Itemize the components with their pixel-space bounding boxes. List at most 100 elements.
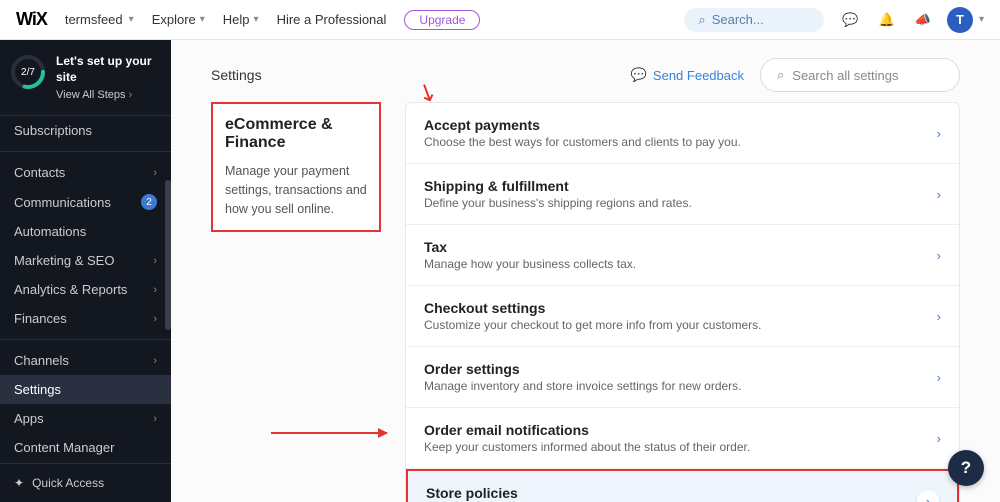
row-desc: Keep your customers informed about the s… [424,440,750,454]
send-feedback-link[interactable]: 💬 Send Feedback [631,67,744,83]
nav-subscriptions[interactable]: Subscriptions [0,116,171,145]
help-button[interactable]: ? [948,450,984,486]
wix-logo[interactable]: WiX [16,9,47,30]
setup-card[interactable]: 2/7 Let's set up your site View All Step… [0,40,171,116]
chevron-right-icon: › [937,370,941,385]
section-intro: eCommerce & Finance Manage your payment … [211,102,381,502]
settings-search[interactable]: ⌕ Search all settings [760,58,960,92]
row-desc: Customize your checkout to get more info… [424,318,761,332]
nav-label: Settings [14,382,61,397]
row-desc: Choose the best ways for customers and c… [424,135,741,149]
chevron-down-icon: ▾ [200,14,205,25]
user-avatar[interactable]: T [947,7,973,33]
site-selector[interactable]: termsfeed ▾ [65,12,134,27]
nav-label: Apps [14,411,44,426]
row-title: Store policies [426,485,665,501]
help-label: Help [223,12,250,27]
nav-content-manager[interactable]: Content Manager [0,433,171,462]
nav-label: Content Manager [14,440,114,455]
row-shipping[interactable]: Shipping & fulfillment Define your busine… [406,164,959,225]
nav-analytics[interactable]: Analytics & Reports › [0,275,171,304]
row-title: Order settings [424,361,742,377]
nav-label: Analytics & Reports [14,282,127,297]
nav-label: Automations [14,224,86,239]
progress-ring: 2/7 [10,54,46,90]
search-placeholder: Search all settings [792,68,898,83]
explore-label: Explore [152,12,196,27]
page-title: Settings [211,67,262,83]
content-area: Settings 💬 Send Feedback ⌕ Search all se… [171,40,1000,502]
chevron-right-icon: › [937,187,941,202]
nav-communications[interactable]: Communications 2 [0,187,171,217]
nav-hire[interactable]: Hire a Professional [277,12,387,27]
chat-icon: 💬 [631,67,647,83]
nav-label: Contacts [14,165,65,180]
row-order-settings[interactable]: Order settings Manage inventory and store… [406,347,959,408]
nav-contacts[interactable]: Contacts › [0,158,171,187]
chevron-right-icon: › [153,167,157,179]
bell-icon[interactable]: 🔔 [879,12,895,28]
nav-apps[interactable]: Apps› [0,404,171,433]
nav-channels[interactable]: Channels › [0,346,171,375]
badge-count: 2 [141,194,157,210]
section-desc: Manage your payment settings, transactio… [225,162,367,218]
nav-label: Channels [14,353,69,368]
upgrade-button[interactable]: Upgrade [404,10,480,30]
row-desc: Define your business's shipping regions … [424,196,692,210]
nav-label: Communications [14,195,111,210]
sidebar: 2/7 Let's set up your site View All Step… [0,40,171,502]
row-accept-payments[interactable]: Accept payments Choose the best ways for … [406,103,959,164]
annotation-arrow [271,432,387,434]
chevron-right-icon: › [129,89,133,101]
search-icon: ⌕ [698,12,705,28]
row-checkout[interactable]: Checkout settings Customize your checkout… [406,286,959,347]
chevron-right-icon: › [153,284,157,296]
row-title: Tax [424,239,636,255]
nav-label: Marketing & SEO [14,253,114,268]
quick-access[interactable]: ✦ Quick Access [0,463,171,502]
nav-settings[interactable]: Settings [0,375,171,404]
chevron-down-icon: ▾ [254,14,259,25]
chevron-down-icon: ▾ [129,14,134,25]
row-order-email[interactable]: Order email notifications Keep your custo… [406,408,959,469]
separator [0,339,171,340]
settings-list: Accept payments Choose the best ways for … [405,102,960,502]
view-steps-label: View All Steps [56,89,126,101]
separator [0,151,171,152]
chevron-right-icon: › [153,355,157,367]
global-search[interactable]: ⌕ Search... [684,8,824,32]
row-title: Checkout settings [424,300,761,316]
row-desc: Manage inventory and store invoice setti… [424,379,742,393]
feedback-label: Send Feedback [653,68,744,83]
section-heading: eCommerce & Finance [225,116,367,152]
progress-text: 2/7 [10,54,46,90]
chevron-right-icon: › [937,126,941,141]
chevron-right-icon: › [937,309,941,324]
sparkle-icon: ✦ [14,476,24,490]
nav-automations[interactable]: Automations [0,217,171,246]
nav-marketing[interactable]: Marketing & SEO› [0,246,171,275]
nav-help[interactable]: Help ▾ [223,12,259,27]
row-title: Accept payments [424,117,741,133]
view-steps-link[interactable]: View All Steps › [56,89,161,101]
search-placeholder: Search... [712,12,764,27]
chevron-right-icon: › [937,248,941,263]
row-title: Shipping & fulfillment [424,178,692,194]
row-desc: Manage how your business collects tax. [424,257,636,271]
chevron-down-icon: ▾ [979,14,984,25]
nav-finances[interactable]: Finances › [0,304,171,333]
row-store-policies[interactable]: Store policiesSelect and edit the polici… [406,469,959,502]
announce-icon[interactable]: 📣 [915,12,931,28]
row-title: Order email notifications [424,422,750,438]
chevron-right-icon: › [153,313,157,325]
search-icon: ⌕ [777,67,784,83]
chevron-right-icon: › [937,431,941,446]
quick-label: Quick Access [32,476,104,490]
nav-explore[interactable]: Explore ▾ [152,12,205,27]
site-name: termsfeed [65,12,123,27]
row-tax[interactable]: Tax Manage how your business collects tax… [406,225,959,286]
chat-icon[interactable]: 💬 [842,12,858,28]
setup-title: Let's set up your site [56,54,161,85]
nav-label: Finances [14,311,67,326]
chevron-right-icon: › [917,490,939,502]
